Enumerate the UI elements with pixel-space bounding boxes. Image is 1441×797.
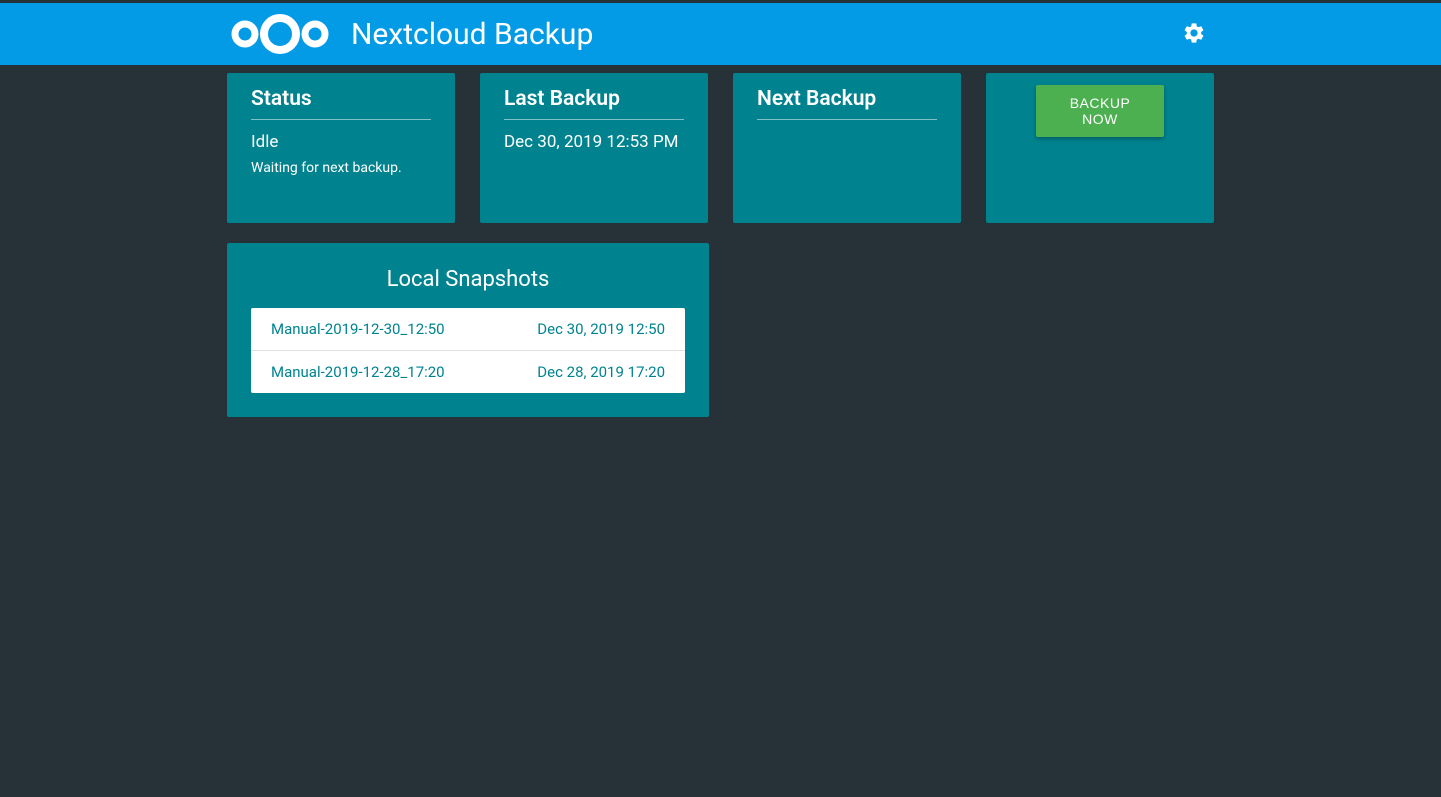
settings-button[interactable] <box>1174 13 1214 56</box>
snapshot-row[interactable]: Manual-2019-12-28_17:20 Dec 28, 2019 17:… <box>251 351 685 393</box>
header-left: Nextcloud Backup <box>227 10 593 58</box>
app-title: Nextcloud Backup <box>351 17 593 52</box>
snapshots-title: Local Snapshots <box>251 267 685 292</box>
next-backup-card: Next Backup <box>733 73 961 223</box>
last-backup-title: Last Backup <box>504 87 684 120</box>
status-state: Idle <box>251 132 431 152</box>
snapshot-name: Manual-2019-12-28_17:20 <box>271 363 445 381</box>
snapshot-name: Manual-2019-12-30_12:50 <box>271 320 445 338</box>
nextcloud-logo-icon <box>227 10 333 58</box>
status-card-title: Status <box>251 87 431 120</box>
cards-row: Status Idle Waiting for next backup. Las… <box>227 73 1214 223</box>
status-subtext: Waiting for next backup. <box>251 160 431 176</box>
backup-now-button[interactable]: BACKUP NOW <box>1036 85 1164 137</box>
gear-icon <box>1182 21 1206 48</box>
last-backup-card: Last Backup Dec 30, 2019 12:53 PM <box>480 73 708 223</box>
snapshot-date: Dec 28, 2019 17:20 <box>537 363 665 381</box>
last-backup-value: Dec 30, 2019 12:53 PM <box>504 132 684 152</box>
main-content: Status Idle Waiting for next backup. Las… <box>0 65 1441 425</box>
status-card: Status Idle Waiting for next backup. <box>227 73 455 223</box>
snapshot-date: Dec 30, 2019 12:50 <box>537 320 665 338</box>
next-backup-title: Next Backup <box>757 87 937 120</box>
app-header: Nextcloud Backup <box>0 3 1441 65</box>
snapshots-card: Local Snapshots Manual-2019-12-30_12:50 … <box>227 243 709 417</box>
action-card: BACKUP NOW <box>986 73 1214 223</box>
snapshots-list: Manual-2019-12-30_12:50 Dec 30, 2019 12:… <box>251 308 685 393</box>
snapshot-row[interactable]: Manual-2019-12-30_12:50 Dec 30, 2019 12:… <box>251 308 685 351</box>
